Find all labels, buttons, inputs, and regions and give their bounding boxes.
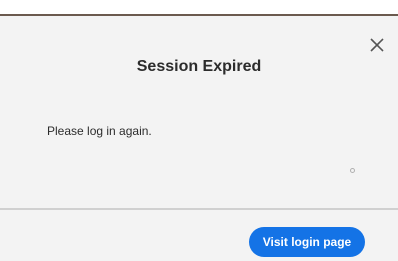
loading-dot-icon bbox=[350, 168, 355, 173]
top-strip bbox=[0, 0, 398, 14]
session-expired-dialog: Session Expired Please log in again. Vis… bbox=[0, 0, 398, 261]
top-border bbox=[0, 14, 398, 16]
close-icon[interactable] bbox=[366, 34, 388, 56]
dialog-title: Session Expired bbox=[136, 58, 262, 75]
visit-login-page-button[interactable]: Visit login page bbox=[249, 227, 365, 257]
dialog-message: Please log in again. bbox=[47, 124, 152, 138]
footer-divider bbox=[0, 208, 398, 210]
